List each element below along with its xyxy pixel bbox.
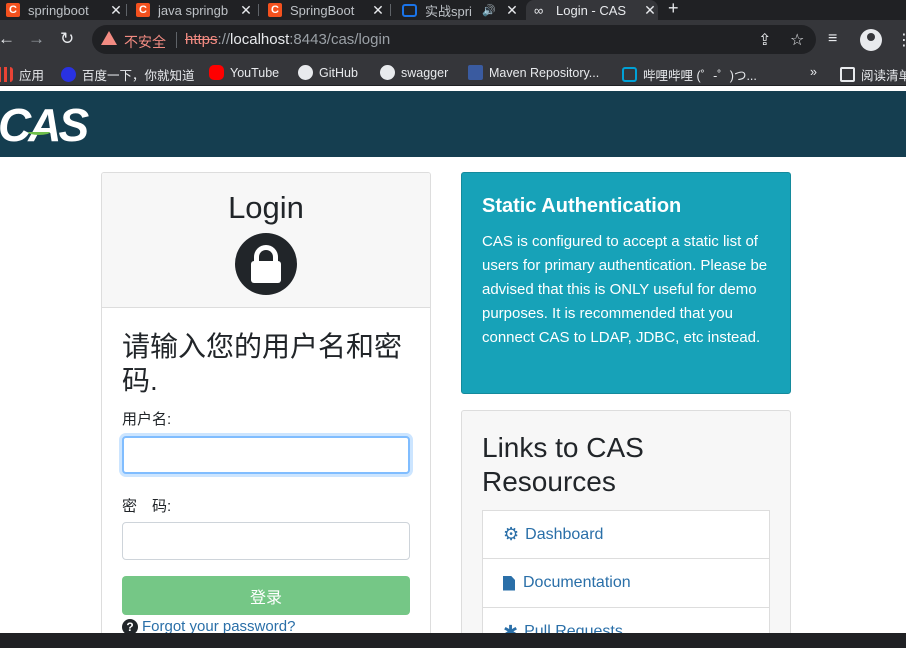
close-tab-icon[interactable]: ✕ <box>238 2 254 19</box>
back-arrow-icon[interactable]: ← <box>0 28 15 50</box>
close-tab-icon[interactable]: ✕ <box>370 2 386 19</box>
bookmark-label: Maven Repository... <box>489 65 600 80</box>
apps-grid-icon <box>0 67 13 82</box>
bookmark-swagger[interactable]: swagger <box>380 65 448 80</box>
static-auth-title: Static Authentication <box>482 195 682 217</box>
tab-label: SpringBoot <box>290 2 355 18</box>
tab-separator <box>126 4 127 16</box>
bookmark-label: 哔哩哔哩 (゜-゜)つ... <box>643 69 757 83</box>
password-input[interactable] <box>122 522 410 560</box>
bookmark-maven[interactable]: Maven Repository... <box>468 65 599 80</box>
cas-logo[interactable]: CAS <box>0 98 89 152</box>
login-prompt: 请输入您的用户名和密码. <box>122 331 403 396</box>
bookmark-star-icon[interactable]: ☆ <box>790 30 804 50</box>
audio-playing-icon[interactable]: 🔊 <box>482 4 496 17</box>
bilibili-tv-icon <box>622 67 637 82</box>
not-secure-label[interactable]: 不安全 <box>124 32 166 52</box>
menu-kebab-icon[interactable]: ⋮ <box>896 30 906 50</box>
tab-cas-login[interactable]: ∞ Login - CAS ✕ <box>526 0 658 20</box>
tab-label: 实战spri <box>425 3 472 19</box>
tab-label: Login - CAS <box>556 2 627 18</box>
tab-java-springboot[interactable]: C java springb ✕ <box>136 0 254 20</box>
reading-list-icon <box>840 67 855 82</box>
csdn-favicon-icon: C <box>6 3 20 17</box>
resources-link-list: ⚙ Dashboard Documentation ✱ Pull Request… <box>482 510 770 647</box>
url-separator: :// <box>217 31 231 48</box>
tab-bilibili[interactable]: 实战spri 🔊 ✕ <box>402 0 520 20</box>
bookmark-youtube[interactable]: YouTube <box>209 65 279 80</box>
bilibili-favicon-icon <box>402 3 417 17</box>
youtube-icon <box>209 65 224 80</box>
dashboard-link[interactable]: ⚙ Dashboard <box>482 510 770 559</box>
media-control-icon[interactable]: ≡ <box>828 30 837 48</box>
url-path: :8443/cas/login <box>289 31 391 48</box>
bookmark-baidu[interactable]: 百度一下，你就知道 <box>61 65 195 84</box>
reading-list[interactable]: 阅读清单 <box>840 65 906 84</box>
browser-tab-strip: C springboot ✕ C java springb ✕ C Spring… <box>0 0 906 20</box>
globe-icon <box>380 65 395 80</box>
reload-icon[interactable]: ↻ <box>60 28 74 50</box>
tab-separator <box>258 4 259 16</box>
login-card: Login 请输入您的用户名和密码. 用户名: 密 码: 登录 ? Forgot… <box>101 172 431 648</box>
bookmark-label: swagger <box>401 65 449 80</box>
file-icon <box>503 575 515 591</box>
url-text[interactable]: https://localhost:8443/cas/login <box>185 31 390 48</box>
csdn-favicon-icon: C <box>268 3 282 17</box>
password-label: 密 码: <box>122 498 172 515</box>
forward-arrow-icon[interactable]: → <box>28 28 45 50</box>
cas-logo-swoosh <box>28 129 50 135</box>
login-submit-button[interactable]: 登录 <box>122 576 410 615</box>
github-icon <box>298 65 313 80</box>
gears-icon: ⚙ <box>503 524 520 544</box>
tab-label: java springb <box>158 2 229 18</box>
baidu-paw-icon <box>61 67 76 82</box>
close-tab-icon[interactable]: ✕ <box>108 2 124 19</box>
bookmarks-overflow-icon[interactable]: » <box>810 65 817 79</box>
lock-icon <box>235 233 297 295</box>
tab-label: springboot <box>28 2 89 18</box>
cas-header <box>0 91 906 157</box>
static-authentication-alert: Static Authentication CAS is configured … <box>461 172 791 394</box>
login-title: Login <box>228 190 304 225</box>
documentation-link-label: Documentation <box>523 574 631 591</box>
maven-icon <box>468 65 483 80</box>
bookmark-label: 应用 <box>19 69 45 83</box>
new-tab-plus-icon[interactable]: + <box>668 0 679 19</box>
bookmark-label: 百度一下，你就知道 <box>82 69 195 83</box>
tab-springboot[interactable]: C springboot ✕ <box>6 0 124 20</box>
url-scheme: https <box>185 31 218 48</box>
bookmark-apps[interactable]: 应用 <box>0 65 44 84</box>
url-host: localhost <box>230 31 290 48</box>
close-tab-icon[interactable]: ✕ <box>642 2 658 19</box>
bookmark-bilibili[interactable]: 哔哩哔哩 (゜-゜)つ... <box>622 65 757 84</box>
tab-separator <box>390 4 391 16</box>
bookmark-github[interactable]: GitHub <box>298 65 358 80</box>
dashboard-link-label: Dashboard <box>525 525 604 543</box>
cas-resources-card: Links to CAS Resources ⚙ Dashboard Docum… <box>461 410 791 648</box>
static-auth-body: CAS is configured to accept a static lis… <box>482 233 768 346</box>
login-card-header: Login <box>102 173 430 308</box>
profile-avatar-icon[interactable] <box>860 29 882 51</box>
warning-triangle-icon[interactable] <box>101 31 117 45</box>
resources-title: Links to CAS Resources <box>482 432 644 497</box>
url-divider <box>176 32 177 48</box>
csdn-favicon-icon: C <box>136 3 150 17</box>
bookmark-label: 阅读清单 <box>861 69 906 83</box>
bookmark-label: GitHub <box>319 65 358 80</box>
bookmark-label: YouTube <box>230 65 280 80</box>
documentation-link[interactable]: Documentation <box>482 559 770 608</box>
os-taskbar <box>0 633 906 648</box>
username-input[interactable] <box>122 436 410 474</box>
cas-favicon-icon: ∞ <box>534 2 544 18</box>
username-label: 用户名: <box>122 411 172 428</box>
tab-springboot-2[interactable]: C SpringBoot ✕ <box>268 0 386 20</box>
close-tab-icon[interactable]: ✕ <box>504 2 520 19</box>
share-icon[interactable]: ⇪ <box>758 30 771 50</box>
